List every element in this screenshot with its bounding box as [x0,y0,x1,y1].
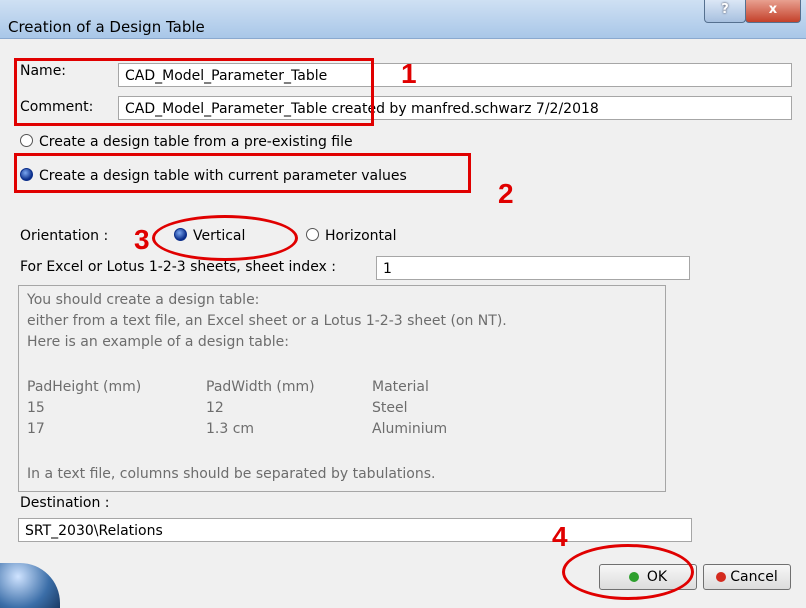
annotation-number-2: 2 [498,178,514,209]
orientation-label: Orientation : [20,228,109,244]
info-line: Here is an example of a design table: [27,334,289,350]
annotation-ellipse-3 [152,215,298,261]
info-footer: In a text file, columns should be separa… [27,466,436,482]
help-button[interactable]: ? [704,0,746,23]
radio-horizontal-label: Horizontal [325,228,397,244]
info-line: either from a text file, an Excel sheet … [27,313,507,329]
window-title: Creation of a Design Table [8,18,205,36]
info-line: You should create a design table: [27,292,260,308]
cancel-icon [716,572,727,582]
close-icon: x [768,2,778,17]
catia-logo-icon [0,563,60,608]
annotation-number-4: 4 [552,521,568,552]
radio-preexisting-label: Create a design table from a pre-existin… [39,134,353,150]
example-cell: 12 [206,400,224,416]
example-cell: 17 [27,421,45,437]
example-cell: 1.3 cm [206,421,255,437]
annotation-number-3: 3 [134,224,150,255]
destination-input[interactable]: SRT_2030\Relations [18,518,692,542]
example-cell: Steel [372,400,408,416]
example-cell: 15 [27,400,45,416]
annotation-box-2 [14,153,471,193]
annotation-box-1 [14,58,374,126]
example-cell: Aluminium [372,421,448,437]
destination-label: Destination : [20,495,110,511]
example-header: Material [372,379,429,395]
title-bar: Creation of a Design Table ? x [0,0,806,39]
close-button[interactable]: x [745,0,801,23]
sheet-index-input[interactable]: 1 [376,256,690,280]
annotation-ellipse-4 [562,544,694,600]
radio-off-icon [306,228,319,241]
cancel-button[interactable]: Cancel [703,564,791,590]
cancel-label: Cancel [730,569,778,585]
dialog-body: Name: CAD_Model_Parameter_Table Comment:… [0,38,794,608]
radio-preexisting-file[interactable]: Create a design table from a pre-existin… [20,134,353,150]
help-icon: ? [721,2,729,17]
radio-horizontal[interactable]: Horizontal [306,228,396,244]
example-header: PadWidth (mm) [206,379,315,395]
annotation-number-1: 1 [401,58,417,89]
info-text-box: You should create a design table: either… [18,285,666,492]
sheet-index-label: For Excel or Lotus 1-2-3 sheets, sheet i… [20,259,337,275]
radio-off-icon [20,134,33,147]
example-header: PadHeight (mm) [27,379,142,395]
